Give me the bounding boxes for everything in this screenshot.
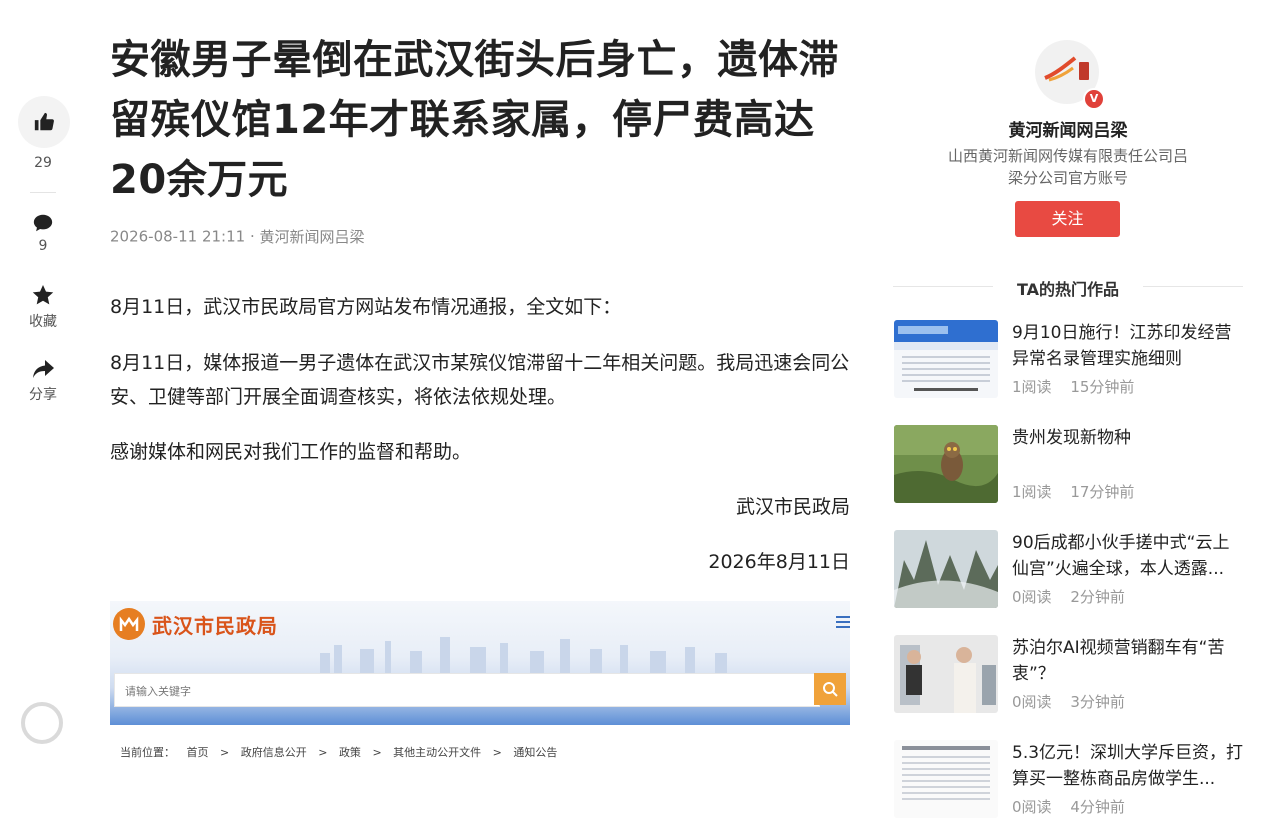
favorite-button[interactable]: 收藏 [0,283,86,331]
hot-work-item[interactable]: 90后成都小伙手搓中式“云上仙宫”火遍全球，本人透露... 0阅读 2分钟前 [893,530,1243,610]
breadcrumb-item[interactable]: 首页 [187,746,209,759]
hot-work-title: 9月10日施行！江苏印发经营异常名录管理实施细则 [1012,323,1232,369]
hot-work-title: 90后成都小伙手搓中式“云上仙宫”火遍全球，本人透露... [1012,533,1230,579]
comment-icon [33,214,53,232]
author-name[interactable]: 黄河新闻网吕梁 [893,116,1243,141]
hot-works-heading: TA的热门作品 [893,276,1243,299]
read-count: 0阅读 [1012,588,1052,606]
site-name: 武汉市民政局 [152,613,278,638]
site-logo[interactable]: 武汉市民政局 [112,607,278,641]
article-image: 武汉市民政局 请输入关键字 当前位置： 首页 > 政府信息公开 > 政策 > 其… [110,601,850,810]
hot-work-thumbnail [894,635,998,713]
article-source[interactable]: 黄河新闻网吕梁 [260,228,365,246]
share-icon [33,360,54,378]
breadcrumb-separator: > [492,746,502,759]
meta-separator: · [249,227,255,246]
article: 安徽男子晕倒在武汉街头后身亡，遗体滞留殡仪馆12年才联系家属，停尸费高达20余万… [110,30,850,573]
comment-button[interactable]: 9 [0,212,86,254]
comment-count: 9 [38,238,48,254]
breadcrumb-separator: > [318,746,328,759]
hamburger-menu-icon[interactable] [836,613,850,631]
breadcrumb-item[interactable]: 政策 [339,746,361,759]
hot-work-thumbnail [894,425,998,503]
like-button[interactable] [18,96,70,148]
breadcrumb-label: 当前位置： [120,746,175,759]
verified-badge-icon: V [1083,88,1105,110]
like-count: 29 [34,155,52,171]
favorite-label: 收藏 [29,314,57,330]
hot-work-meta: 0阅读 3分钟前 [1012,691,1125,712]
breadcrumb-item[interactable]: 其他主动公开文件 [393,746,481,759]
loading-spinner-icon [21,702,63,744]
follow-button[interactable]: 关注 [1015,201,1120,237]
search-icon [823,682,838,697]
article-title: 安徽男子晕倒在武汉街头后身亡，遗体滞留殡仪馆12年才联系家属，停尸费高达20余万… [110,37,839,203]
read-count: 0阅读 [1012,798,1052,816]
publish-time: 2分钟前 [1070,588,1125,606]
image-search-input[interactable]: 请输入关键字 [114,673,820,707]
publish-time: 4分钟前 [1070,798,1125,816]
article-paragraph: 8月11日，媒体报道一男子遗体在武汉市某殡仪馆滞留十二年相关问题。我局迅速会同公… [110,352,850,408]
author-description: 山西黄河新闻网传媒有限责任公司吕梁分公司官方账号 [947,147,1188,187]
share-button[interactable]: 分享 [0,358,86,404]
hot-works-title: TA的热门作品 [1016,280,1120,299]
hot-work-item[interactable]: 苏泊尔AI视频营销翻车有“苦衷”？ 0阅读 3分钟前 [893,635,1243,715]
hot-work-title: 贵州发现新物种 [1012,428,1131,448]
breadcrumb-separator: > [372,746,382,759]
hot-work-meta: 1阅读 17分钟前 [1012,481,1134,502]
article-signature: 武汉市民政局 [735,496,850,518]
hot-work-meta: 0阅读 4分钟前 [1012,796,1125,817]
read-count: 1阅读 [1012,483,1052,501]
share-label: 分享 [29,387,57,403]
article-paragraph: 8月11日，武汉市民政局官方网站发布情况通报，全文如下： [110,296,622,318]
divider-line [1143,286,1243,287]
hot-work-meta: 1阅读 15分钟前 [1012,376,1134,397]
image-search-placeholder: 请输入关键字 [125,685,191,698]
hot-work-thumbnail [894,530,998,608]
hot-work-thumbnail [894,740,998,818]
sidebar: V 黄河新闻网吕梁 山西黄河新闻网传媒有限责任公司吕梁分公司官方账号 关注 TA… [893,0,1243,818]
action-rail: 29 9 收藏 分享 [0,0,86,810]
publish-time: 3分钟前 [1070,693,1125,711]
hot-work-title: 苏泊尔AI视频营销翻车有“苦衷”？ [1012,638,1225,684]
rail-divider [30,192,56,193]
publish-datetime: 2026-08-11 21:11 [110,227,246,246]
article-paragraph: 感谢媒体和网民对我们工作的监督和帮助。 [110,441,472,463]
article-sign-date: 2026年8月11日 [708,551,850,573]
star-icon [32,285,54,305]
hot-work-meta: 0阅读 2分钟前 [1012,586,1125,607]
breadcrumb-item[interactable]: 通知公告 [513,746,557,759]
image-breadcrumb: 当前位置： 首页 > 政府信息公开 > 政策 > 其他主动公开文件 > 通知公告 [120,744,565,760]
read-count: 1阅读 [1012,378,1052,396]
hot-work-item[interactable]: 贵州发现新物种 1阅读 17分钟前 [893,425,1243,505]
hot-work-title: 5.3亿元！深圳大学斥巨资，打算买一整栋商品房做学生... [1012,743,1244,789]
hot-work-thumbnail [894,320,998,398]
breadcrumb-separator: > [220,746,230,759]
publish-time: 15分钟前 [1070,378,1135,396]
article-meta: 2026-08-11 21:11 · 黄河新闻网吕梁 [110,226,850,247]
hot-work-item[interactable]: 9月10日施行！江苏印发经营异常名录管理实施细则 1阅读 15分钟前 [893,320,1243,400]
civil-affairs-emblem-icon [113,608,145,640]
publish-time: 17分钟前 [1070,483,1135,501]
image-search-button[interactable] [814,673,846,705]
thumbs-up-icon [34,112,54,131]
hot-work-item[interactable]: 5.3亿元！深圳大学斥巨资，打算买一整栋商品房做学生... 0阅读 4分钟前 [893,740,1243,820]
read-count: 0阅读 [1012,693,1052,711]
breadcrumb-item[interactable]: 政府信息公开 [241,746,307,759]
